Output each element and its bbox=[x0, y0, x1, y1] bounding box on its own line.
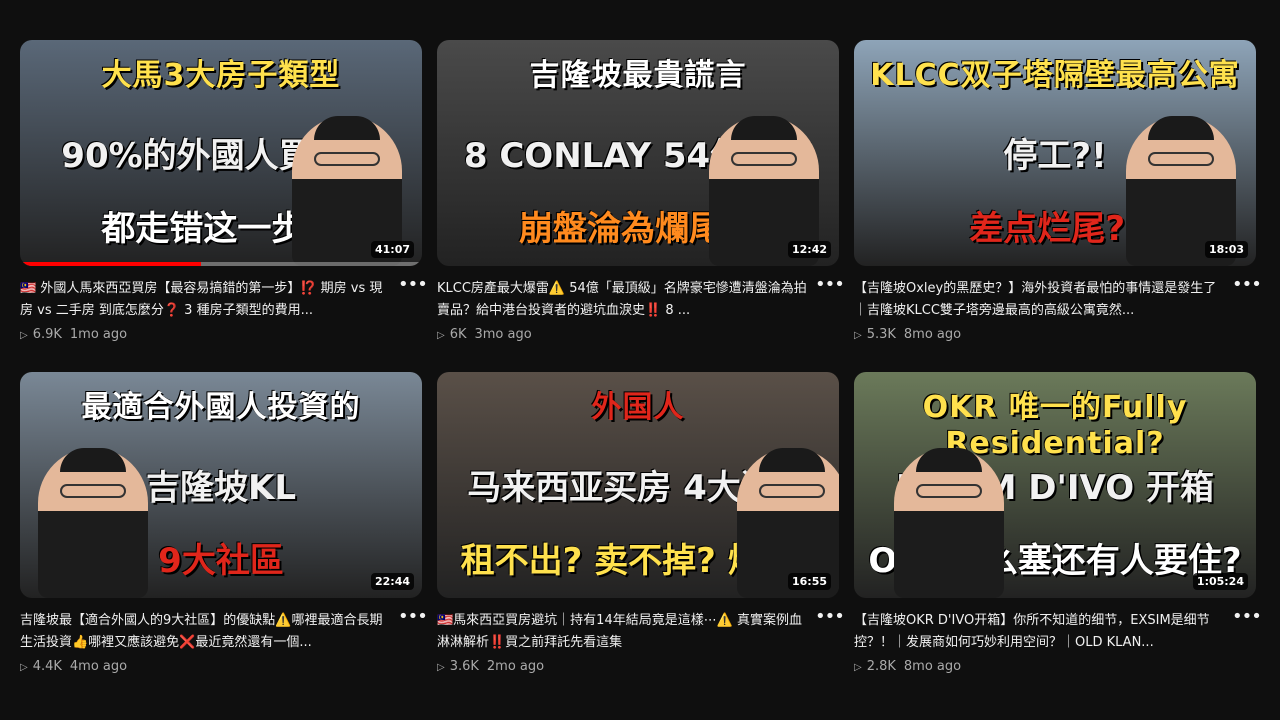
upload-age: 4mo ago bbox=[69, 659, 128, 674]
video-card[interactable]: OKR 唯一的Fully Residential? EXSIM D'IVO 开箱… bbox=[854, 372, 1262, 704]
view-count: 6K bbox=[449, 327, 467, 342]
play-icon: ▷ bbox=[20, 662, 28, 673]
duration-badge: 1:05:24 bbox=[1192, 573, 1248, 590]
video-grid: 大馬3大房子類型 90%的外國人買房前 都走错这一步?! 41:07 🇲🇾 外國… bbox=[20, 40, 1262, 704]
video-title[interactable]: KLCC房產最大爆雷⚠️ 54億「最頂級」名牌豪宅慘遭清盤淪為拍賣品？給中港台投… bbox=[437, 278, 809, 322]
play-icon: ▷ bbox=[20, 330, 28, 341]
duration-badge: 22:44 bbox=[370, 573, 414, 590]
view-count: 6.9K bbox=[32, 327, 62, 342]
more-vert-icon[interactable]: ••• bbox=[1232, 276, 1262, 300]
video-thumbnail[interactable]: 最適合外國人投資的 吉隆坡KL 9大社區 22:44 bbox=[20, 372, 422, 598]
more-vert-icon[interactable]: ••• bbox=[1232, 608, 1262, 632]
video-card[interactable]: 大馬3大房子類型 90%的外國人買房前 都走错这一步?! 41:07 🇲🇾 外國… bbox=[20, 40, 428, 372]
video-card[interactable]: KLCC双子塔隔壁最高公寓 停工?! 差点烂尾?! 18:03 【吉隆坡Oxle… bbox=[854, 40, 1262, 372]
duration-badge: 18:03 bbox=[1204, 241, 1248, 258]
video-title[interactable]: 【吉隆坡Oxley的黑歷史？】海外投資者最怕的事情還是發生了｜吉隆坡KLCC雙子… bbox=[854, 278, 1226, 322]
upload-age: 2mo ago bbox=[486, 659, 545, 674]
video-thumbnail[interactable]: 大馬3大房子類型 90%的外國人買房前 都走错这一步?! 41:07 bbox=[20, 40, 422, 266]
video-stats: ▷ 2.8K 8mo ago bbox=[854, 656, 1226, 679]
video-card[interactable]: 吉隆坡最貴謊言 8 CONLAY 54億樓王 崩盤淪為爛尾樓 12:42 KLC… bbox=[437, 40, 845, 372]
video-meta: 🇲🇾馬來西亞買房避坑｜持有14年結局竟是這樣⋯⚠️ 真實案例血淋淋解析‼️買之前… bbox=[437, 608, 845, 679]
upload-age: 1mo ago bbox=[69, 327, 128, 342]
video-meta: KLCC房產最大爆雷⚠️ 54億「最頂級」名牌豪宅慘遭清盤淪為拍賣品？給中港台投… bbox=[437, 276, 845, 347]
video-title[interactable]: 🇲🇾馬來西亞買房避坑｜持有14年結局竟是這樣⋯⚠️ 真實案例血淋淋解析‼️買之前… bbox=[437, 610, 809, 654]
video-title[interactable]: 【吉隆坡OKR D'IVO开箱】你所不知道的细节，EXSIM是细节控？！｜发展商… bbox=[854, 610, 1226, 654]
video-thumbnail[interactable]: 吉隆坡最貴謊言 8 CONLAY 54億樓王 崩盤淪為爛尾樓 12:42 bbox=[437, 40, 839, 266]
play-icon: ▷ bbox=[437, 330, 445, 341]
video-thumbnail[interactable]: KLCC双子塔隔壁最高公寓 停工?! 差点烂尾?! 18:03 bbox=[854, 40, 1256, 266]
thumbnail-headline: 最適合外國人投資的 bbox=[81, 390, 361, 425]
video-meta: 【吉隆坡Oxley的黑歷史？】海外投資者最怕的事情還是發生了｜吉隆坡KLCC雙子… bbox=[854, 276, 1262, 347]
video-card[interactable]: 外国人 马来西亚买房 4大遗憾 租不出? 卖不掉? 烂尾? 16:55 🇲🇾馬來… bbox=[437, 372, 845, 704]
more-vert-icon[interactable]: ••• bbox=[815, 608, 845, 632]
video-stats: ▷ 6K 3mo ago bbox=[437, 324, 809, 347]
video-stats: ▷ 6.9K 1mo ago bbox=[20, 324, 392, 347]
upload-age: 8mo ago bbox=[903, 659, 962, 674]
thumbnail-headline: 外国人 bbox=[591, 390, 685, 425]
thumbnail-headline: 大馬3大房子類型 bbox=[101, 58, 341, 93]
thumbnail-headline: OKR 唯一的Fully Residential? bbox=[922, 390, 1188, 461]
video-meta: 吉隆坡最【適合外國人的9大社區】的優缺點⚠️哪裡最適合長期生活投資👍哪裡又應該避… bbox=[20, 608, 428, 679]
video-stats: ▷ 3.6K 2mo ago bbox=[437, 656, 809, 679]
view-count: 2.8K bbox=[866, 659, 896, 674]
more-vert-icon[interactable]: ••• bbox=[398, 608, 428, 632]
view-count: 5.3K bbox=[866, 327, 896, 342]
view-count: 4.4K bbox=[32, 659, 62, 674]
video-card[interactable]: 最適合外國人投資的 吉隆坡KL 9大社區 22:44 吉隆坡最【適合外國人的9大… bbox=[20, 372, 428, 704]
play-icon: ▷ bbox=[437, 662, 445, 673]
play-icon: ▷ bbox=[854, 662, 862, 673]
presenter-image bbox=[38, 448, 148, 598]
watch-progress-bar bbox=[20, 262, 201, 266]
presenter-image bbox=[894, 448, 1004, 598]
video-meta: 【吉隆坡OKR D'IVO开箱】你所不知道的细节，EXSIM是细节控？！｜发展商… bbox=[854, 608, 1262, 679]
upload-age: 8mo ago bbox=[903, 327, 962, 342]
video-thumbnail[interactable]: 外国人 马来西亚买房 4大遗憾 租不出? 卖不掉? 烂尾? 16:55 bbox=[437, 372, 839, 598]
video-stats: ▷ 4.4K 4mo ago bbox=[20, 656, 392, 679]
video-meta: 🇲🇾 外國人馬來西亞買房【最容易搞錯的第一步】⁉️ 期房 vs 現房 vs 二手… bbox=[20, 276, 428, 347]
video-stats: ▷ 5.3K 8mo ago bbox=[854, 324, 1226, 347]
view-count: 3.6K bbox=[449, 659, 479, 674]
duration-badge: 41:07 bbox=[370, 241, 414, 258]
more-vert-icon[interactable]: ••• bbox=[398, 276, 428, 300]
thumbnail-headline: KLCC双子塔隔壁最高公寓 bbox=[870, 58, 1240, 93]
more-vert-icon[interactable]: ••• bbox=[815, 276, 845, 300]
duration-badge: 16:55 bbox=[787, 573, 831, 590]
play-icon: ▷ bbox=[854, 330, 862, 341]
video-title[interactable]: 吉隆坡最【適合外國人的9大社區】的優缺點⚠️哪裡最適合長期生活投資👍哪裡又應該避… bbox=[20, 610, 392, 654]
duration-badge: 12:42 bbox=[787, 241, 831, 258]
upload-age: 3mo ago bbox=[474, 327, 532, 342]
video-thumbnail[interactable]: OKR 唯一的Fully Residential? EXSIM D'IVO 开箱… bbox=[854, 372, 1256, 598]
video-title[interactable]: 🇲🇾 外國人馬來西亞買房【最容易搞錯的第一步】⁉️ 期房 vs 現房 vs 二手… bbox=[20, 278, 392, 322]
thumbnail-headline: 吉隆坡最貴謊言 bbox=[529, 58, 747, 93]
